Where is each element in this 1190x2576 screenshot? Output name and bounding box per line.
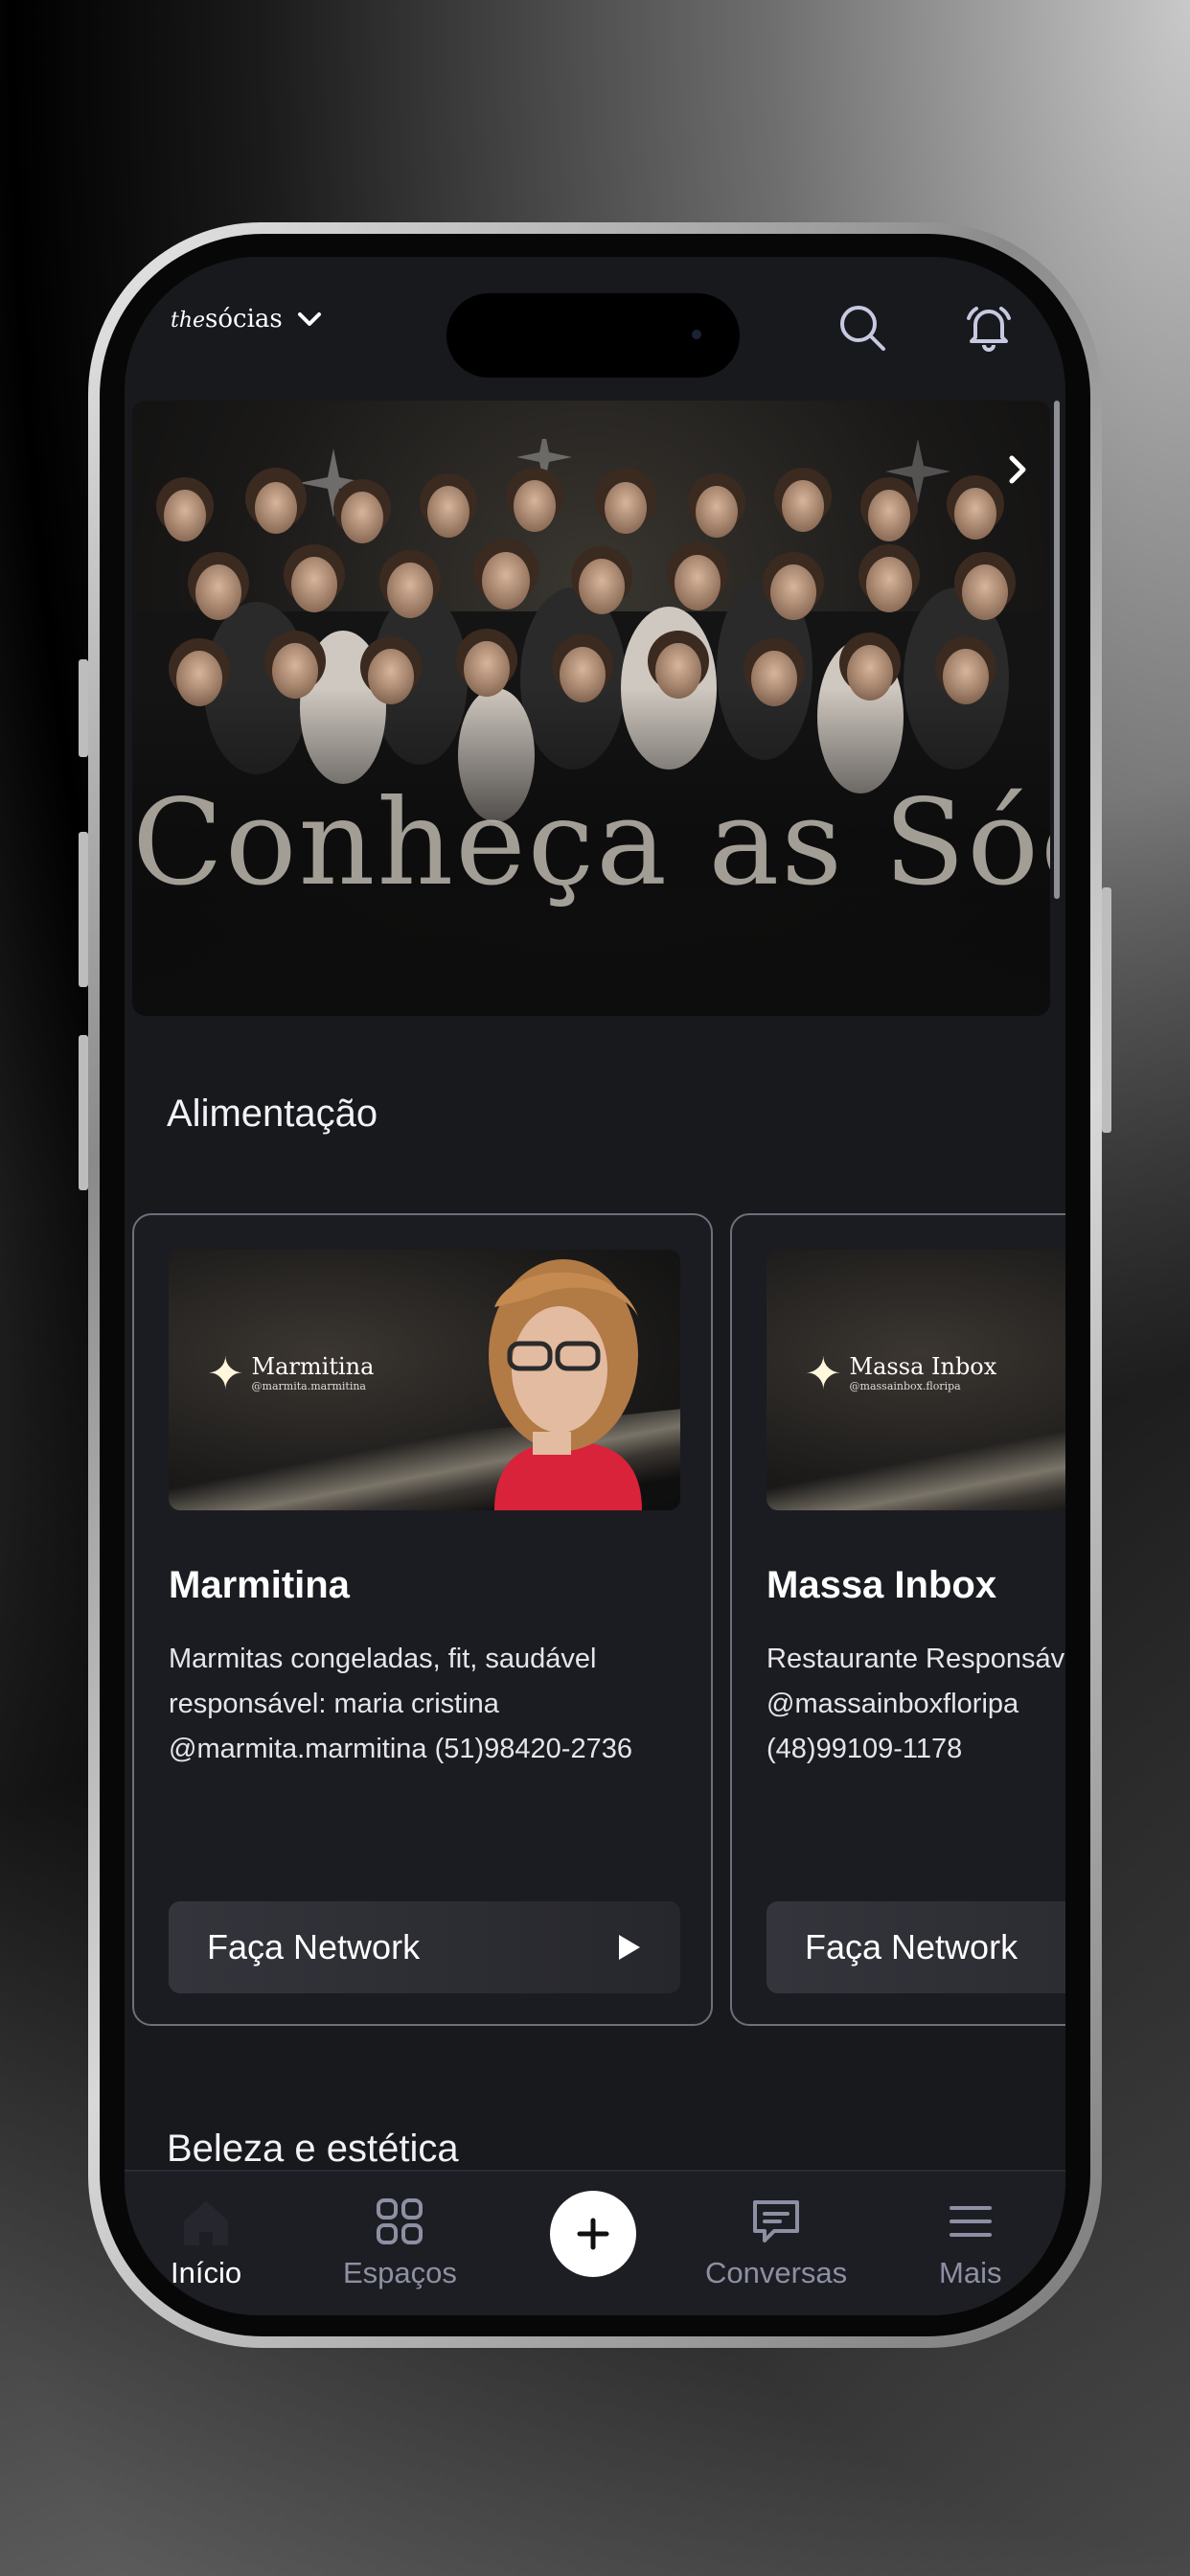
dynamic-island bbox=[446, 293, 740, 378]
workspace-switcher[interactable]: thesócias bbox=[171, 305, 323, 334]
power-button bbox=[1102, 887, 1111, 1133]
plus-icon bbox=[577, 2218, 609, 2250]
nav-item-conversas[interactable]: Conversas bbox=[705, 2193, 847, 2290]
member-card[interactable]: ✦ Massa Inbox @massainbox.floripa Massa … bbox=[730, 1213, 1065, 2026]
grid-icon bbox=[377, 2198, 423, 2244]
add-button[interactable] bbox=[550, 2191, 636, 2277]
bottom-nav: Início Espaços Conversas Mais bbox=[125, 2170, 1065, 2315]
nav-label: Mais bbox=[939, 2256, 1002, 2289]
section-title-beleza: Beleza e estética bbox=[167, 2128, 459, 2170]
nav-label: Início bbox=[171, 2256, 242, 2289]
network-button[interactable]: Faça Network bbox=[169, 1901, 680, 1993]
banner-title: Conheça as Sócias bbox=[132, 774, 1050, 912]
sparkle-icon: ✦ bbox=[805, 1346, 842, 1399]
image-brand-handle: @massainbox.floripa bbox=[849, 1380, 961, 1392]
section-title-alimentacao: Alimentação bbox=[167, 1092, 378, 1135]
home-icon bbox=[184, 2200, 229, 2245]
chat-icon bbox=[753, 2200, 800, 2242]
sparkle-icon: ✦ bbox=[207, 1346, 244, 1399]
card-name: Marmitina bbox=[169, 1564, 350, 1606]
network-button-label: Faça Network bbox=[207, 1927, 421, 1966]
chevron-right-icon[interactable] bbox=[996, 448, 1039, 491]
card-name: Massa Inbox bbox=[767, 1564, 997, 1606]
nav-label: Conversas bbox=[705, 2256, 848, 2289]
network-button[interactable]: Faça Network bbox=[767, 1901, 1065, 1993]
hero-banner[interactable]: Conheça as Sócias bbox=[132, 401, 1050, 1016]
nav-item-inicio[interactable]: Início bbox=[171, 2193, 241, 2290]
chevron-down-icon bbox=[297, 312, 321, 326]
card-description: Marmitas congeladas, fit, saudável respo… bbox=[169, 1644, 632, 1764]
cards-carousel[interactable]: ✦ Marmitina @marmita.marmitina Marmitina… bbox=[132, 1213, 1065, 2028]
volume-down-button bbox=[79, 1035, 88, 1190]
member-portrait bbox=[489, 1259, 642, 1510]
card-image: ✦ Massa Inbox @massainbox.floripa bbox=[767, 1250, 1065, 1510]
card-description: Restaurante Responsável: castro @massain… bbox=[767, 1644, 1065, 1764]
volume-up-button bbox=[79, 832, 88, 987]
scrollbar[interactable] bbox=[1054, 401, 1060, 899]
image-brand-name: Marmitina bbox=[251, 1353, 375, 1380]
action-button bbox=[79, 659, 88, 757]
search-icon[interactable] bbox=[834, 299, 891, 356]
member-card[interactable]: ✦ Marmitina @marmita.marmitina Marmitina… bbox=[132, 1213, 713, 2026]
nav-item-espacos[interactable]: Espaços bbox=[343, 2193, 457, 2290]
bell-icon[interactable] bbox=[960, 299, 1018, 356]
nav-item-mais[interactable]: Mais bbox=[939, 2193, 1001, 2290]
network-button-label: Faça Network bbox=[805, 1927, 1018, 1966]
nav-label: Espaços bbox=[343, 2256, 457, 2289]
image-brand-handle: @marmita.marmitina bbox=[251, 1380, 366, 1392]
card-image: ✦ Marmitina @marmita.marmitina bbox=[169, 1250, 680, 1510]
app-logo: thesócias bbox=[171, 305, 283, 334]
image-brand-name: Massa Inbox bbox=[849, 1353, 997, 1380]
menu-icon bbox=[949, 2206, 992, 2237]
play-icon bbox=[619, 1935, 640, 1960]
app-screen: thesócias Conheça as Só Alimentação ✦ Ma… bbox=[125, 257, 1065, 2315]
